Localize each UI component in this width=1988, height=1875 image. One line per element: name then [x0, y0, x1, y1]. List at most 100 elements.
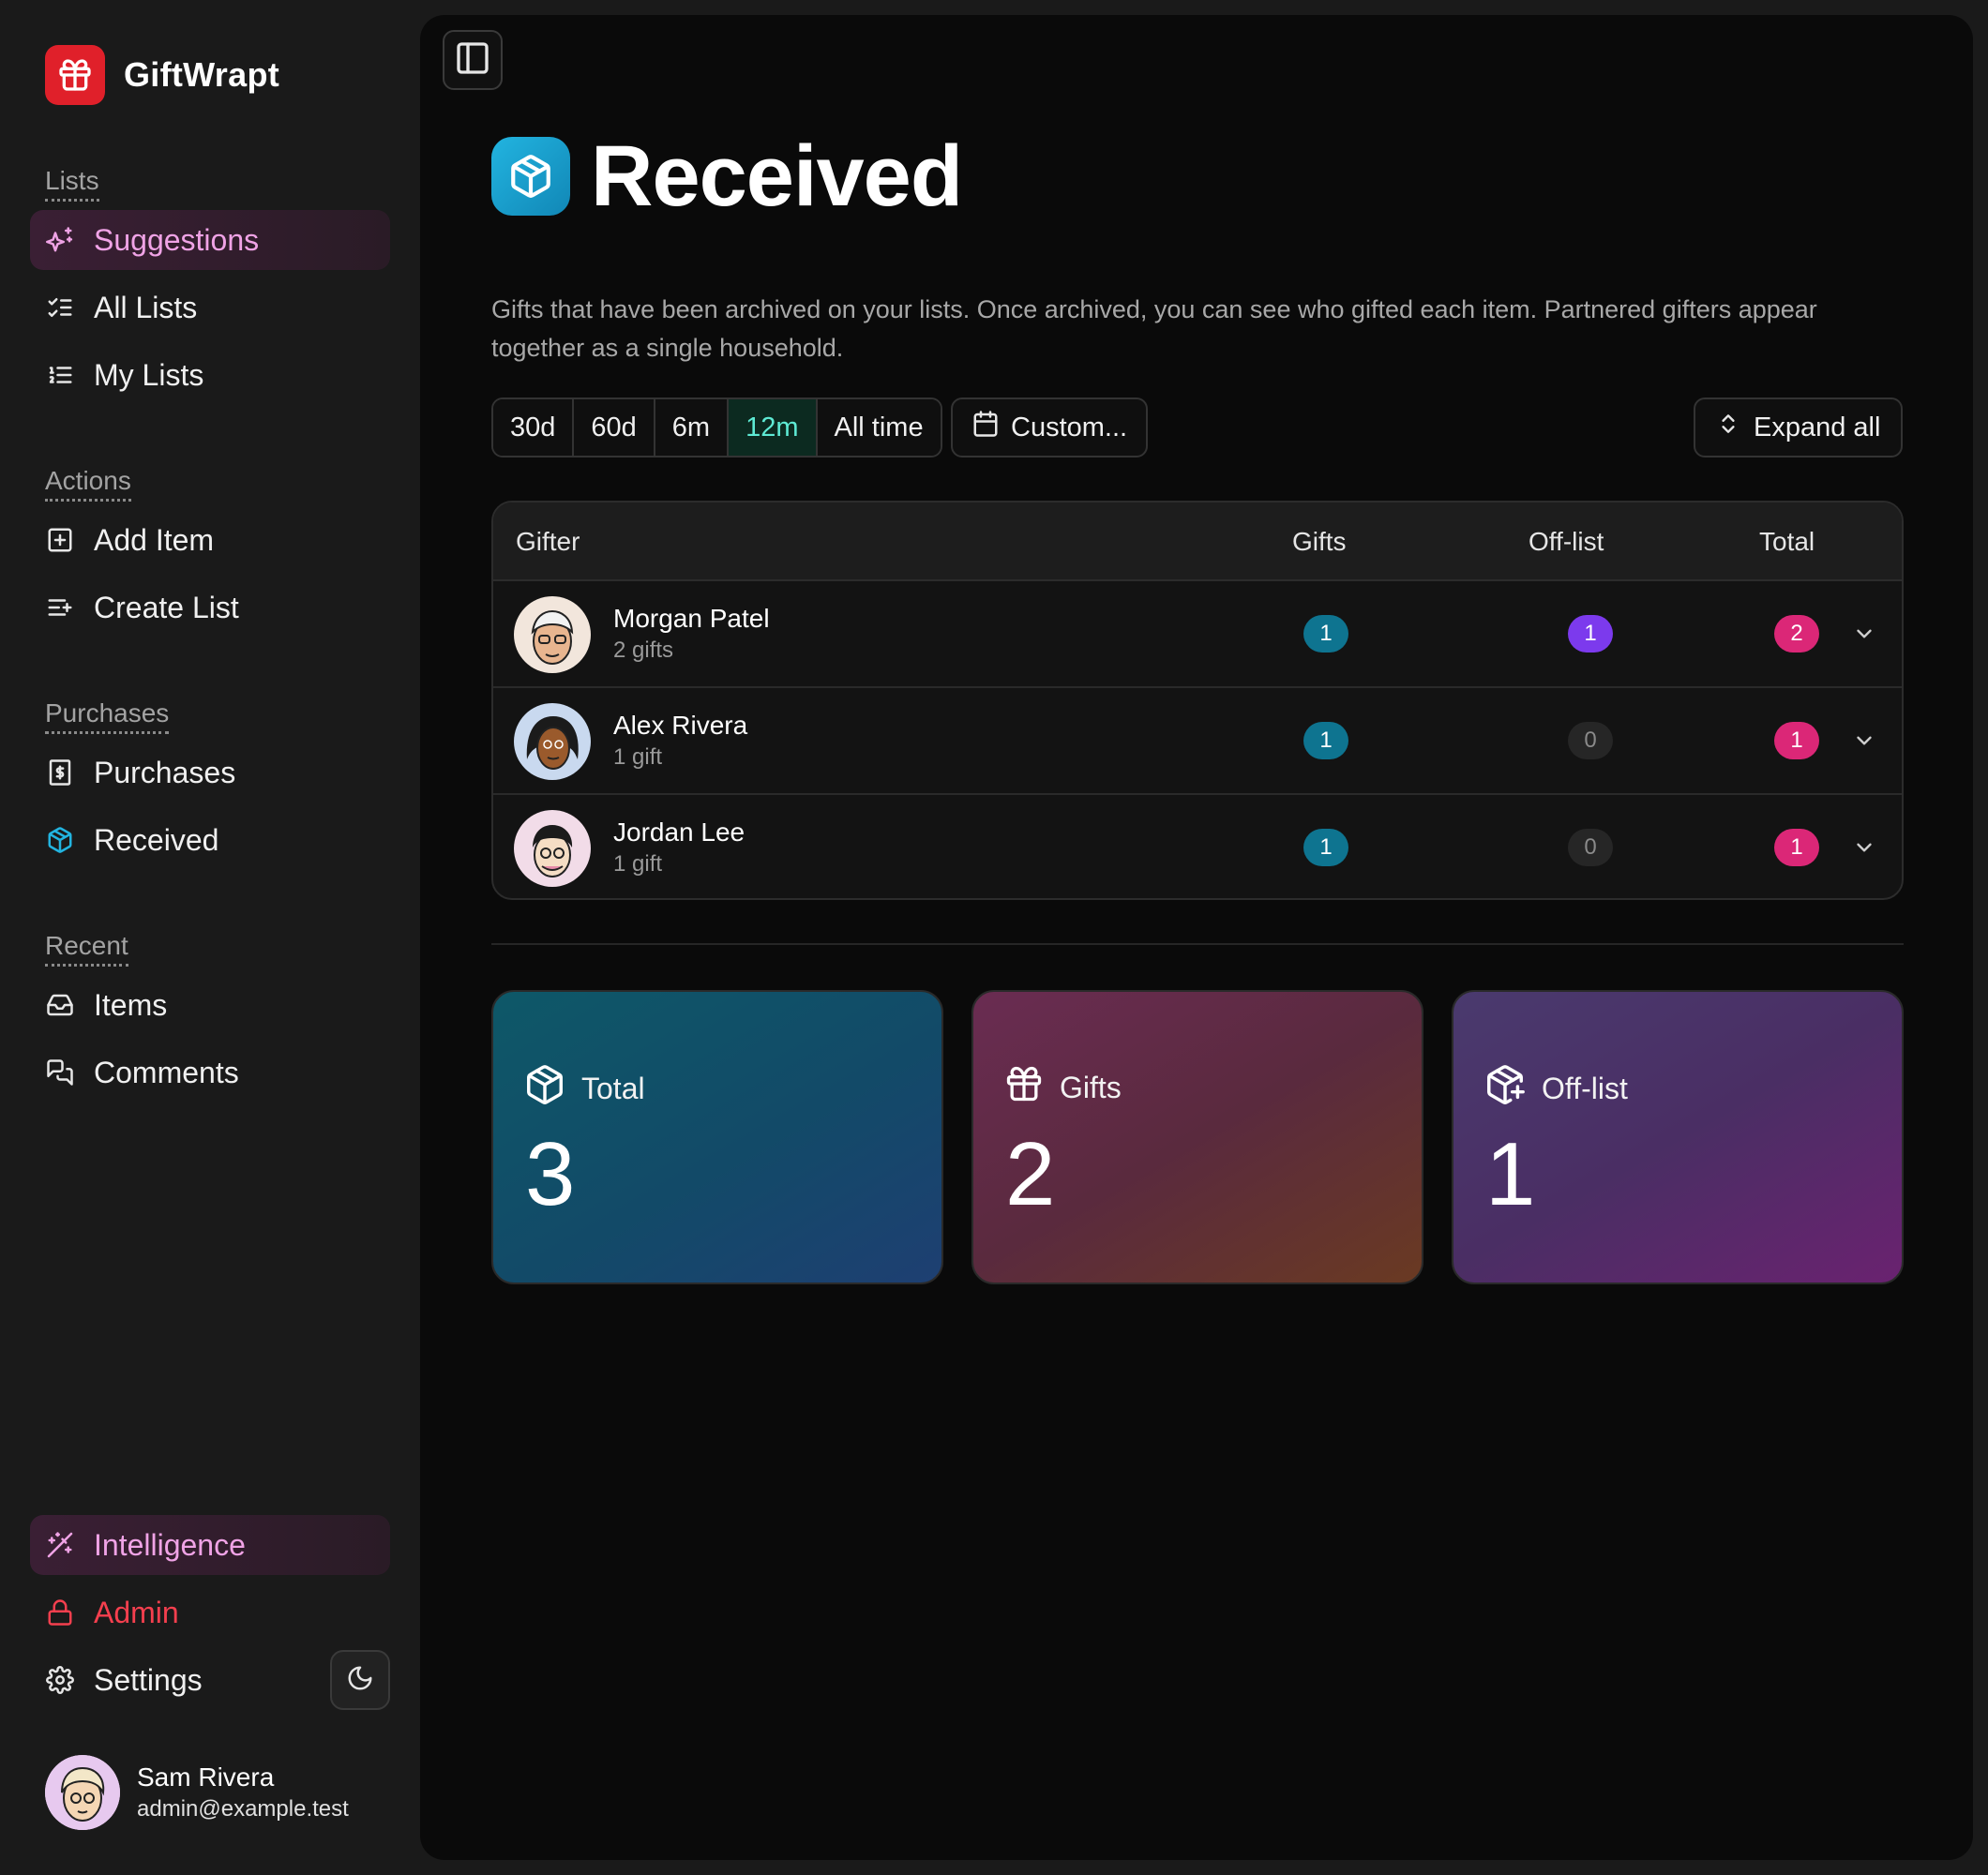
sidebar-item-comments[interactable]: Comments: [30, 1042, 390, 1102]
sidebar-item-purchases[interactable]: Purchases: [30, 742, 390, 802]
sidebar-item-all-lists[interactable]: All Lists: [30, 278, 390, 338]
sidebar-item-my-lists[interactable]: My Lists: [30, 345, 390, 405]
list-ordered-icon: [45, 360, 75, 390]
sidebar-item-intelligence[interactable]: Intelligence: [30, 1515, 390, 1575]
panel-left-icon: [454, 39, 491, 82]
calendar-icon: [971, 410, 1000, 445]
total-count-badge: 2: [1774, 615, 1819, 652]
brand[interactable]: GiftWrapt: [45, 45, 279, 105]
page-title: Received: [591, 128, 963, 224]
sidebar-item-settings[interactable]: Settings: [30, 1650, 311, 1710]
offlist-count-badge: 1: [1568, 615, 1613, 652]
gifts-count-badge: 1: [1303, 615, 1348, 652]
sidebar-item-admin[interactable]: Admin: [30, 1582, 390, 1642]
column-header-total[interactable]: Total: [1759, 502, 1815, 581]
gifts-count-badge: 1: [1303, 722, 1348, 759]
range-button-12m[interactable]: 12m: [729, 399, 818, 456]
package-open-icon: [523, 1063, 566, 1114]
list-checks-icon: [45, 292, 75, 322]
stat-value: 3: [525, 1124, 576, 1224]
gifter-name: Morgan Patel: [613, 604, 770, 633]
sidebar-item-create-list[interactable]: Create List: [30, 578, 390, 638]
package-plus-icon: [1483, 1063, 1527, 1114]
sidebar-item-label: Suggestions: [94, 222, 260, 257]
receipt-icon: [45, 758, 75, 788]
stat-label: Gifts: [1003, 1063, 1122, 1112]
sidebar-item-label: Received: [94, 822, 219, 857]
user-name: Sam Rivera: [137, 1762, 275, 1792]
sidebar: GiftWrapt Lists Suggestions All Lists My…: [0, 0, 420, 1875]
package-open-icon: [491, 137, 570, 216]
gifters-table: Gifter Gifts Off-list Total Morgan Patel…: [491, 501, 1904, 900]
table-row[interactable]: Alex Rivera 1 gift 1 0 1: [493, 688, 1902, 795]
offlist-count-badge: 0: [1568, 722, 1613, 759]
table-header: Gifter Gifts Off-list Total: [493, 502, 1902, 581]
user-info: Sam Rivera admin@example.test: [137, 1761, 349, 1824]
avatar: [514, 596, 591, 673]
section-label-recent: Recent: [45, 930, 128, 967]
date-range-group: 30d 60d 6m 12m All time: [491, 398, 942, 458]
brand-name: GiftWrapt: [124, 55, 280, 94]
range-button-60d[interactable]: 60d: [574, 399, 655, 456]
square-plus-icon: [45, 525, 75, 555]
wand-icon: [45, 1530, 75, 1560]
gifter-gift-count: 2 gifts: [613, 638, 674, 663]
sidebar-item-label: My Lists: [94, 357, 204, 392]
list-plus-icon: [45, 592, 75, 622]
sidebar-item-label: Items: [94, 987, 168, 1022]
column-header-offlist[interactable]: Off-list: [1529, 502, 1604, 581]
sidebar-item-label: Add Item: [94, 522, 215, 557]
table-row[interactable]: Jordan Lee 1 gift 1 0 1: [493, 795, 1902, 898]
sidebar-toggle-button[interactable]: [443, 30, 503, 90]
gifter-name: Jordan Lee: [613, 818, 746, 847]
inbox-icon: [45, 990, 75, 1020]
gear-icon: [45, 1665, 75, 1695]
page-description: Gifts that have been archived on your li…: [491, 295, 1817, 362]
column-header-gifter[interactable]: Gifter: [516, 502, 580, 581]
custom-range-label: Custom...: [1011, 412, 1128, 442]
stat-label-text: Total: [581, 1071, 645, 1105]
chevron-down-icon[interactable]: [1849, 619, 1879, 649]
chevron-down-icon[interactable]: [1849, 832, 1879, 862]
table-row[interactable]: Morgan Patel 2 gifts 1 1 2: [493, 581, 1902, 688]
sparkles-icon: [45, 225, 75, 255]
expand-all-button[interactable]: Expand all: [1694, 398, 1904, 458]
main-content: Received Gifts that have been archived o…: [420, 15, 1973, 1860]
avatar: [45, 1755, 120, 1830]
divider: [491, 943, 1904, 945]
sidebar-item-received[interactable]: Received: [30, 810, 390, 870]
section-label-purchases: Purchases: [45, 698, 170, 734]
stat-value: 2: [1005, 1124, 1056, 1224]
sidebar-item-label: Comments: [94, 1055, 239, 1089]
theme-toggle-button[interactable]: [330, 1650, 390, 1710]
stat-card-offlist: Off-list 1: [1452, 990, 1904, 1284]
stat-card-gifts: Gifts 2: [971, 990, 1423, 1284]
gift-icon: [1003, 1063, 1045, 1112]
stat-label: Off-list: [1483, 1063, 1628, 1114]
column-header-gifts[interactable]: Gifts: [1292, 502, 1347, 581]
total-count-badge: 1: [1774, 829, 1819, 866]
sidebar-item-add-item[interactable]: Add Item: [30, 510, 390, 570]
gifter-gift-count: 1 gift: [613, 851, 663, 877]
gifter-name: Alex Rivera: [613, 711, 748, 740]
sidebar-item-label: Settings: [94, 1662, 203, 1697]
total-count-badge: 1: [1774, 722, 1819, 759]
package-open-icon: [45, 825, 75, 855]
user-profile[interactable]: Sam Rivera admin@example.test: [45, 1755, 349, 1830]
sidebar-item-label: Intelligence: [94, 1527, 246, 1562]
custom-range-button[interactable]: Custom...: [951, 398, 1149, 458]
gifter-gift-count: 1 gift: [613, 744, 663, 770]
chevron-down-icon[interactable]: [1849, 726, 1879, 756]
section-label-actions: Actions: [45, 465, 131, 502]
range-button-6m[interactable]: 6m: [655, 399, 730, 456]
range-button-30d[interactable]: 30d: [493, 399, 575, 456]
gift-logo-icon: [45, 45, 105, 105]
stat-value: 1: [1485, 1124, 1536, 1224]
sidebar-item-suggestions[interactable]: Suggestions: [30, 210, 390, 270]
stat-card-total: Total 3: [491, 990, 943, 1284]
range-button-all-time[interactable]: All time: [817, 399, 941, 456]
chevrons-up-down-icon: [1716, 410, 1740, 445]
avatar: [514, 810, 591, 887]
sidebar-item-items[interactable]: Items: [30, 975, 390, 1035]
user-email: admin@example.test: [137, 1796, 349, 1822]
